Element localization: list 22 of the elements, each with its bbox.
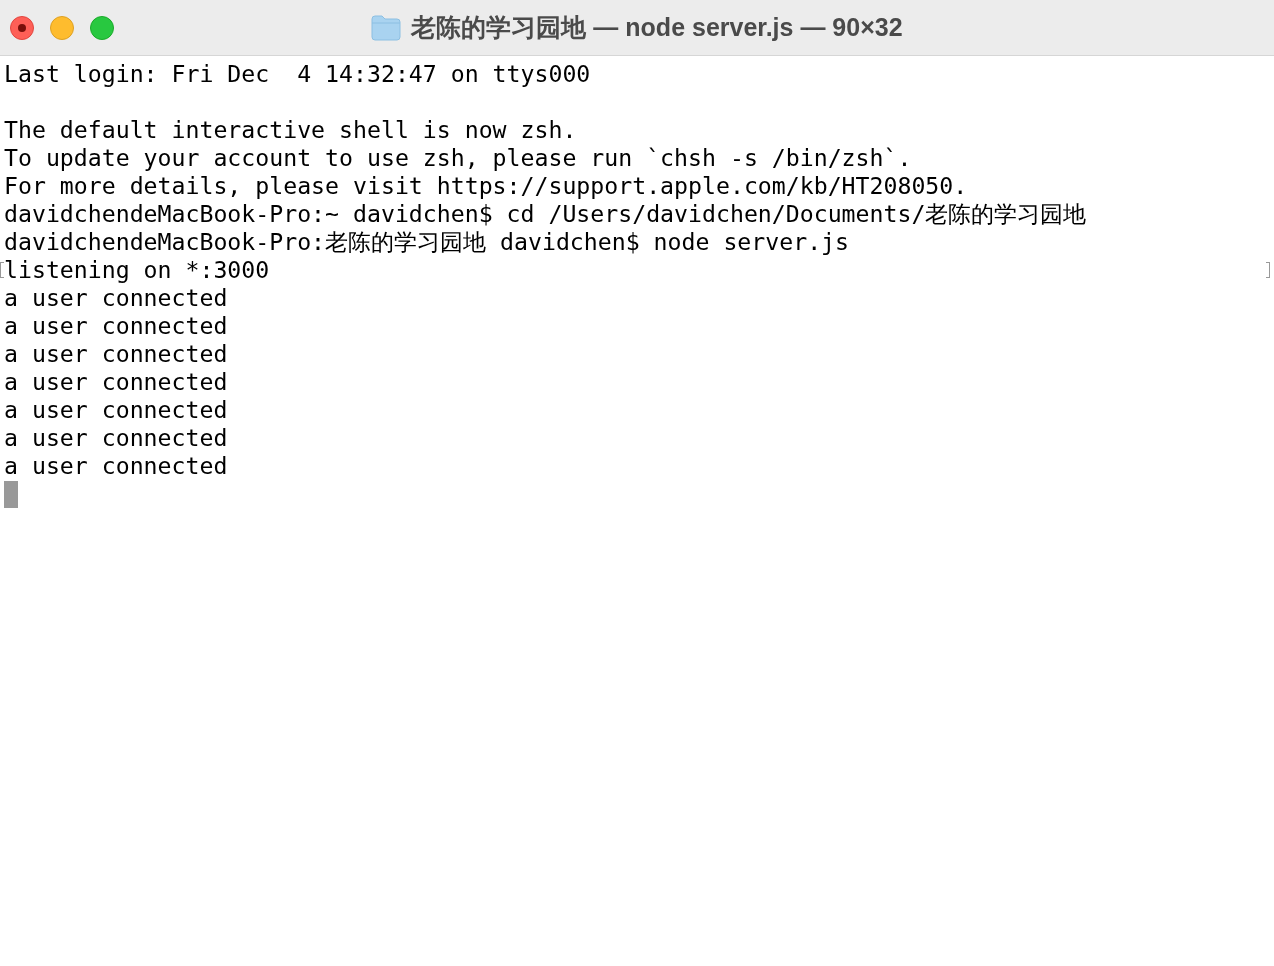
terminal-line: The default interactive shell is now zsh.: [4, 116, 577, 144]
text-cursor: [4, 480, 18, 508]
line-mark: [1266, 262, 1270, 278]
terminal-line: a user connected: [4, 312, 228, 340]
line-mark: [0, 262, 4, 278]
terminal-line: For more details, please visit https://support.apple.com/kb/HT208050.: [4, 172, 968, 200]
terminal-line: listening on *:3000: [4, 256, 270, 284]
terminal-line: a user connected: [4, 452, 228, 480]
terminal-line: a user connected: [4, 284, 228, 312]
terminal-line: Last login: Fri Dec 4 14:32:47 on ttys000: [4, 60, 591, 88]
minimize-button[interactable]: [50, 16, 74, 40]
folder-icon: [371, 14, 402, 41]
terminal-line: a user connected: [4, 340, 228, 368]
terminal-line: To update your account to use zsh, please run `chsh -s /bin/zsh`.: [4, 144, 912, 172]
window-title: 老陈的学习园地 — node server.js — 90×32: [411, 12, 903, 43]
maximize-button[interactable]: [90, 16, 114, 40]
terminal-line: davidchendeMacBook-Pro:老陈的学习园地 davidchen$ node server.js: [4, 228, 850, 256]
close-button[interactable]: [10, 16, 34, 40]
terminal-line: a user connected: [4, 424, 228, 452]
terminal-line: a user connected: [4, 396, 228, 424]
terminal-line: a user connected: [4, 368, 228, 396]
terminal-line: davidchendeMacBook-Pro:~ davidchen$ cd /Users/davidchen/Documents/老陈的学习园地: [4, 200, 1087, 228]
